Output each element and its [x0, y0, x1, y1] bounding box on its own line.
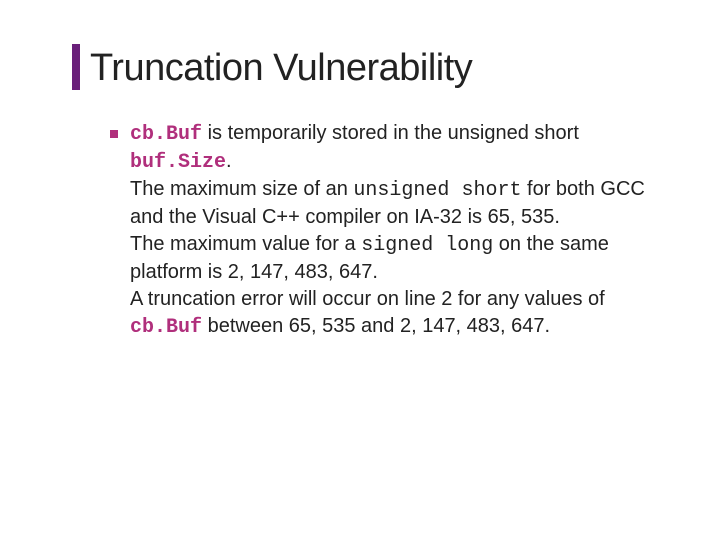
text: A truncation error will occur on line 2 … — [130, 288, 605, 310]
code-bufsize: buf.Size — [130, 151, 226, 174]
bullet-icon — [110, 130, 118, 138]
bullet-item: cb.Buf is temporarily stored in the unsi… — [110, 120, 650, 341]
code-cbbuf: cb.Buf — [130, 123, 202, 146]
slide-body: cb.Buf is temporarily stored in the unsi… — [90, 120, 660, 341]
slide: Truncation Vulnerability cb.Buf is tempo… — [0, 0, 720, 540]
code-unsigned-short: unsigned short — [353, 179, 521, 202]
text: . — [226, 150, 232, 172]
code-cbbuf-2: cb.Buf — [130, 316, 202, 339]
slide-title: Truncation Vulnerability — [90, 48, 660, 90]
code-signed-long: signed long — [361, 234, 493, 257]
paragraph-1: cb.Buf is temporarily stored in the unsi… — [130, 120, 650, 341]
text: is temporarily stored in the unsigned sh… — [202, 122, 579, 144]
text: between 65, 535 and 2, 147, 483, 647. — [202, 315, 550, 337]
text: The maximum value for a — [130, 233, 361, 255]
text: The maximum size of an — [130, 178, 353, 200]
title-accent-bar — [72, 44, 80, 90]
